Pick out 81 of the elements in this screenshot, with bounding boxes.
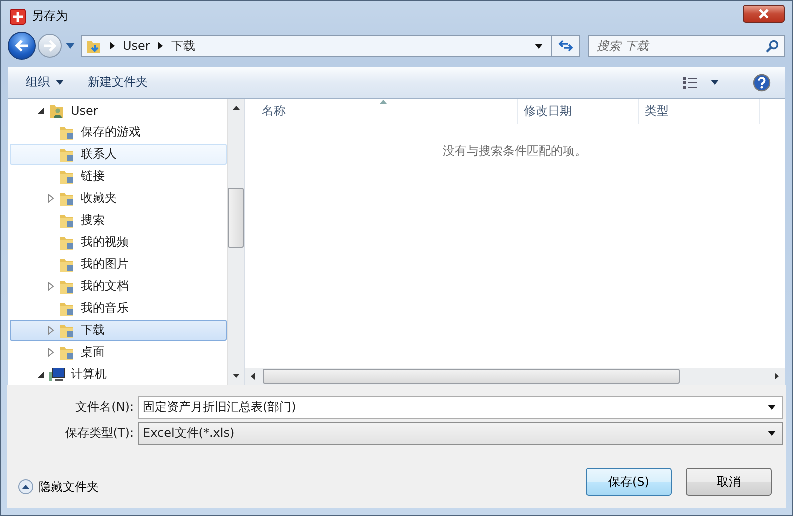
scroll-left-arrow-icon[interactable] [251, 373, 255, 380]
app-logo-icon [10, 8, 26, 24]
caret-icon [56, 80, 64, 85]
up-arrow-circle-icon [18, 479, 34, 495]
column-header[interactable]: 类型 [639, 99, 760, 124]
close-button[interactable] [743, 4, 785, 22]
tree-item[interactable]: User [10, 100, 227, 121]
collapsed-arrow-icon[interactable] [48, 194, 54, 203]
tree-item[interactable]: 下载 [10, 320, 227, 341]
address-bar[interactable]: User 下载 [81, 35, 552, 57]
tree-item[interactable]: 计算机 [10, 364, 227, 385]
hide-folders-button[interactable]: 隐藏文件夹 [18, 478, 99, 496]
column-header[interactable]: 名称 [245, 99, 518, 124]
collapsed-arrow-icon[interactable] [48, 348, 54, 357]
back-button[interactable] [8, 32, 36, 60]
refresh-button[interactable] [552, 35, 580, 57]
new-folder-button[interactable]: 新建文件夹 [80, 71, 156, 94]
breadcrumb-arrow-icon[interactable] [158, 42, 164, 50]
scroll-up-arrow-icon[interactable] [232, 106, 240, 110]
folder-icon [86, 38, 102, 54]
search-input[interactable]: 搜索 下载 [597, 39, 766, 53]
collapsed-arrow-icon[interactable] [48, 282, 54, 291]
left-arrow-icon [15, 40, 29, 52]
window-title: 另存为 [32, 8, 68, 25]
empty-message: 没有与搜索条件匹配的项。 [443, 144, 587, 158]
tree-item[interactable]: 联系人 [10, 144, 227, 165]
folder-icon [59, 146, 75, 162]
tree-item[interactable]: 搜索 [10, 210, 227, 231]
tree-item[interactable]: 我的图片 [10, 254, 227, 275]
dropdown-caret-icon[interactable] [768, 431, 776, 436]
search-icon [766, 40, 779, 52]
folder-icon [59, 322, 75, 338]
vertical-scrollbar[interactable] [227, 99, 244, 385]
organize-menu-button[interactable]: 组织 [18, 71, 72, 94]
tree-item[interactable]: 我的音乐 [10, 298, 227, 319]
close-icon [758, 8, 770, 18]
collapsed-arrow-icon[interactable] [48, 326, 54, 335]
tree-item[interactable]: 桌面 [10, 342, 227, 363]
folder-icon [59, 256, 75, 272]
computer-icon [49, 368, 65, 382]
filename-label: 文件名(N): [74, 399, 135, 416]
folder-icon [59, 212, 75, 228]
folder-icon [59, 168, 75, 184]
folder-icon [59, 300, 75, 316]
dropdown-caret-icon[interactable] [535, 44, 543, 48]
history-caret-icon[interactable] [66, 43, 75, 49]
tree-item[interactable]: 我的视频 [10, 232, 227, 253]
expanded-arrow-icon[interactable] [38, 372, 44, 378]
search-field[interactable]: 搜索 下载 [588, 35, 785, 57]
tree-item[interactable]: 我的文档 [10, 276, 227, 297]
cancel-button[interactable]: 取消 [686, 468, 772, 496]
dropdown-caret-icon[interactable] [768, 405, 776, 410]
folder-icon [59, 190, 75, 206]
folder-icon [59, 344, 75, 360]
tree-item[interactable]: 收藏夹 [10, 188, 227, 209]
filename-field[interactable]: 固定资产月折旧汇总表(部门) [138, 396, 783, 419]
horizontal-scrollbar[interactable] [245, 368, 785, 385]
scrollbar-thumb[interactable] [263, 369, 680, 384]
help-icon[interactable] [753, 74, 771, 92]
user-folder-icon [49, 102, 65, 118]
view-caret-icon[interactable] [711, 80, 719, 85]
tree-item[interactable]: 链接 [10, 166, 227, 187]
scrollbar-thumb[interactable] [228, 188, 244, 248]
view-options-icon[interactable] [683, 76, 697, 88]
folder-icon [59, 278, 75, 294]
file-type-label: 保存类型(T): [64, 425, 135, 442]
scroll-right-arrow-icon[interactable] [775, 373, 779, 380]
save-button[interactable]: 保存(S) [586, 468, 672, 496]
folder-icon [59, 234, 75, 250]
breadcrumb-item[interactable]: 下载 [171, 38, 196, 54]
folder-icon [59, 124, 75, 140]
scroll-down-arrow-icon[interactable] [232, 374, 240, 378]
refresh-icon [558, 39, 574, 53]
file-type-dropdown[interactable]: Excel文件(*.xls) [138, 422, 783, 445]
column-header[interactable]: 修改日期 [518, 99, 639, 124]
tree-item[interactable]: 保存的游戏 [10, 122, 227, 143]
right-arrow-icon [43, 40, 57, 52]
breadcrumb-arrow-icon[interactable] [110, 42, 115, 50]
sort-arrow-icon [380, 100, 387, 104]
expanded-arrow-icon[interactable] [38, 108, 44, 114]
breadcrumb-item[interactable]: User [123, 39, 150, 53]
